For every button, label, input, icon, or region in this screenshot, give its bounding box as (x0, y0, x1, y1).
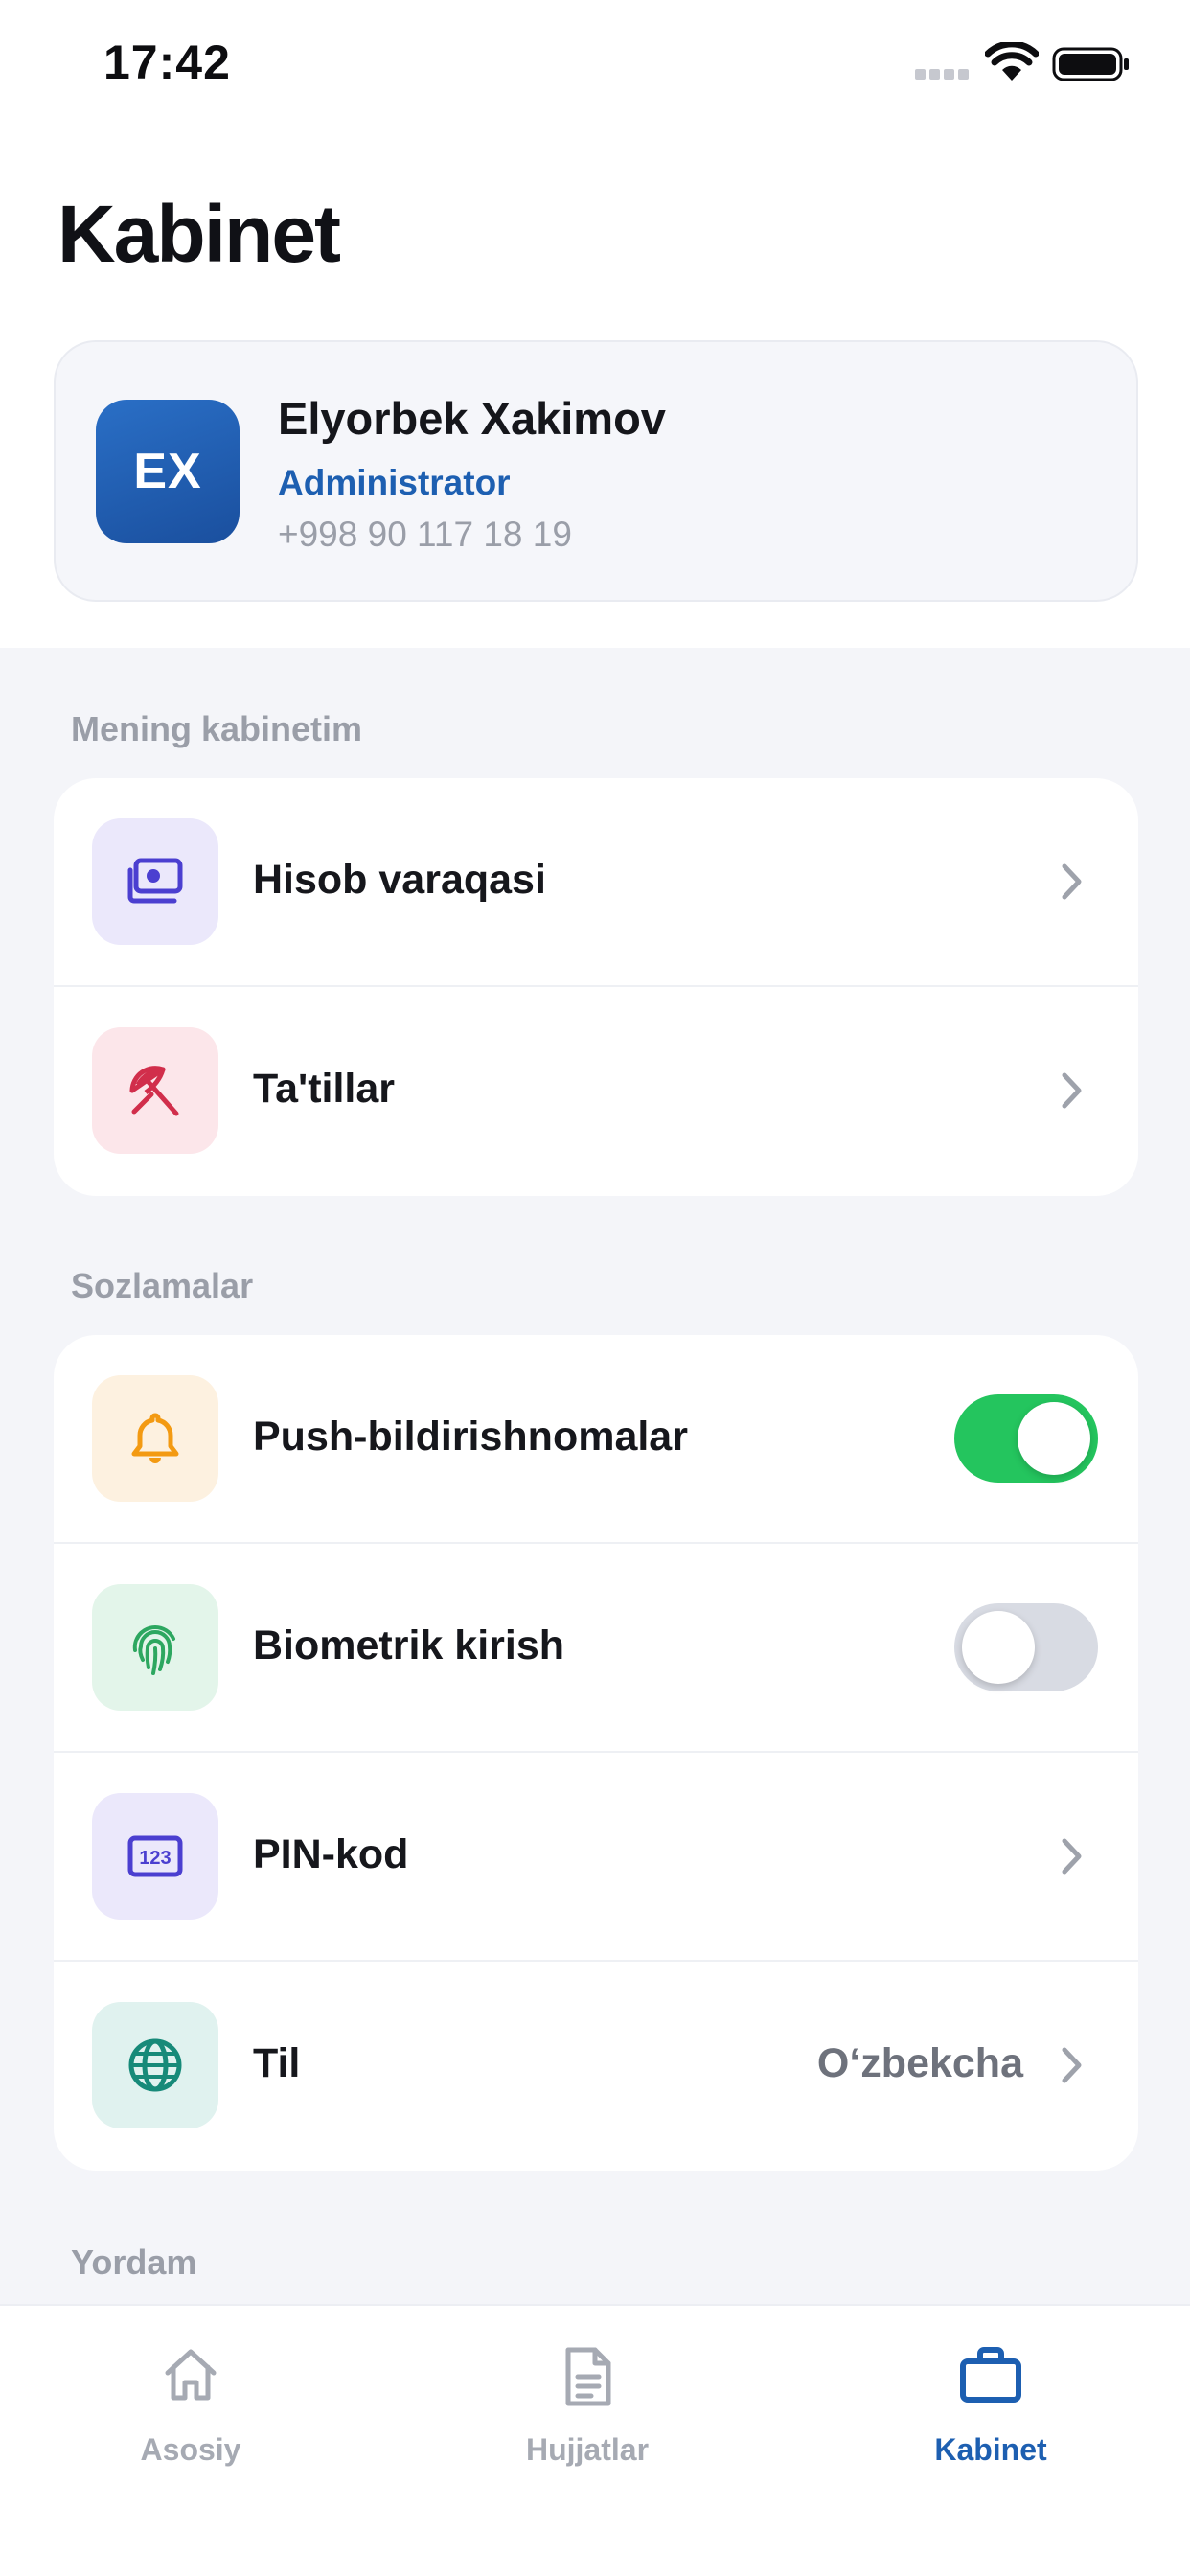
briefcase-icon (960, 2347, 1021, 2403)
menu-item-pin-code[interactable]: 123 PIN-kod (54, 1753, 1138, 1962)
cabinet-group: Hisob varaqasi Ta'tillar (54, 778, 1138, 1196)
profile-card[interactable]: EX Elyorbek Xakimov Administrator +998 9… (54, 340, 1138, 602)
chevron-right-icon (1062, 1838, 1082, 1874)
chevron-right-icon (1062, 1072, 1082, 1109)
status-time: 17:42 (103, 35, 231, 89)
menu-item-payslip[interactable]: Hisob varaqasi (54, 778, 1138, 987)
tab-home-label: Asosiy (140, 2432, 241, 2467)
menu-item-vacations[interactable]: Ta'tillar (54, 987, 1138, 1196)
biometric-login-label: Biometrik kirish (253, 1622, 564, 1668)
tab-bar: Asosiy Hujjatlar Kabinet (0, 2304, 1190, 2576)
toggle-knob (1018, 1402, 1090, 1475)
chevron-right-icon (1062, 863, 1082, 900)
section-title-cabinet: Mening kabinetim (71, 709, 363, 748)
fingerprint-icon (92, 1584, 218, 1711)
push-notifications-label: Push-bildirishnomalar (253, 1414, 688, 1460)
language-label: Til (253, 2040, 301, 2086)
push-notifications-toggle[interactable] (954, 1394, 1098, 1483)
pin-code-icon: 123 (92, 1793, 218, 1920)
profile-name: Elyorbek Xakimov (278, 393, 666, 444)
bell-icon (92, 1375, 218, 1502)
tab-documents-label: Hujjatlar (525, 2432, 650, 2467)
language-value: O‘zbekcha (816, 2040, 1023, 2086)
umbrella-icon (92, 1027, 218, 1154)
tab-documents[interactable]: Hujjatlar (444, 2306, 731, 2497)
settings-group: Push-bildirishnomalar Biometrik kirish 1… (54, 1335, 1138, 2171)
chevron-right-icon (1062, 2047, 1082, 2083)
signal-icon (915, 67, 973, 84)
tab-home[interactable]: Asosiy (47, 2306, 334, 2497)
page-title: Kabinet (57, 189, 341, 279)
menu-item-language[interactable]: Til O‘zbekcha (54, 1962, 1138, 2171)
home-icon (165, 2349, 217, 2401)
globe-icon (92, 2002, 218, 2128)
tab-cabinet[interactable]: Kabinet (847, 2306, 1134, 2497)
vacations-label: Ta'tillar (253, 1066, 396, 1112)
svg-text:123: 123 (139, 1848, 171, 1869)
pin-code-label: PIN-kod (253, 1831, 409, 1877)
tab-cabinet-label: Kabinet (934, 2432, 1047, 2467)
document-icon (565, 2347, 611, 2406)
payslip-icon (92, 818, 218, 945)
setting-push-notifications: Push-bildirishnomalar (54, 1335, 1138, 1544)
setting-biometric-login: Biometrik kirish (54, 1544, 1138, 1753)
profile-phone: +998 90 117 18 19 (278, 515, 572, 554)
wifi-icon (985, 42, 1039, 80)
header-area: 17:42 Kabinet EX Elyorbek Xakimov Admini… (0, 0, 1190, 648)
status-bar: 17:42 (0, 0, 1190, 134)
toggle-knob (962, 1611, 1035, 1684)
biometric-login-toggle[interactable] (954, 1603, 1098, 1691)
profile-role: Administrator (278, 463, 511, 502)
avatar: EX (96, 400, 240, 543)
payslip-label: Hisob varaqasi (253, 857, 546, 903)
battery-icon (1052, 47, 1129, 81)
section-title-settings: Sozlamalar (71, 1266, 254, 1305)
section-title-help: Yordam (71, 2242, 197, 2282)
